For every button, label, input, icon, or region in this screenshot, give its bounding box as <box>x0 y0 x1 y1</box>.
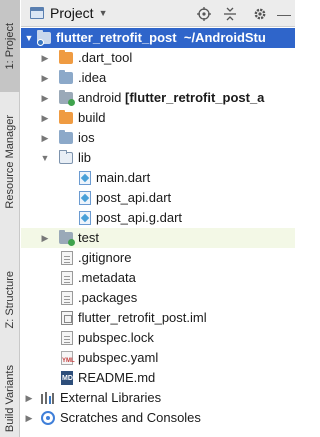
tree-item-android-label: android [flutter_retrofit_post_a <box>78 88 264 108</box>
tree-item-lib[interactable]: ▼ lib <box>21 148 295 168</box>
source-folder-icon <box>59 150 73 164</box>
tree-root-row[interactable]: ▼ flutter_retrofit_post ~/AndroidStu <box>21 28 295 48</box>
chevron-right-icon[interactable]: ▶ <box>39 48 51 68</box>
module-folder-icon <box>59 90 75 106</box>
tab-build-variants-label: Build Variants <box>4 364 16 433</box>
tree-item-packages[interactable]: .packages <box>21 288 295 308</box>
scratches-icon <box>41 411 55 425</box>
markdown-file-icon: MD <box>61 371 73 385</box>
tab-project[interactable]: 1: Project <box>0 0 20 92</box>
tree-item-label: test <box>78 230 99 245</box>
tree-item-label: .dart_tool <box>78 50 133 65</box>
chevron-right-icon[interactable]: ▶ <box>39 228 51 248</box>
tree-item-metadata[interactable]: .metadata <box>21 268 295 288</box>
tree-item-post-api-dart[interactable]: post_api.dart <box>21 188 295 208</box>
libraries-icon <box>41 392 55 404</box>
tool-window-strip: 1: Project Resource Manager Z: Structure… <box>0 0 20 437</box>
project-tree: ▼ flutter_retrofit_post ~/AndroidStu ▶ .… <box>21 28 295 428</box>
tree-item-label: pubspec.lock <box>78 330 154 345</box>
chevron-right-icon[interactable]: ▶ <box>39 88 51 108</box>
root-label: flutter_retrofit_post ~/AndroidStu <box>56 28 266 48</box>
tree-item-pubspec-lock[interactable]: pubspec.lock <box>21 328 295 348</box>
tree-item-dart-tool[interactable]: ▶ .dart_tool <box>21 48 295 68</box>
tree-item-scratches[interactable]: ▶ Scratches and Consoles <box>21 408 295 428</box>
tree-item-label: android <box>78 90 122 105</box>
chevron-right-icon[interactable]: ▶ <box>39 128 51 148</box>
tab-structure[interactable]: Z: Structure <box>0 252 20 348</box>
tree-item-pubspec-yaml[interactable]: YML pubspec.yaml <box>21 348 295 368</box>
tree-item-label: .metadata <box>78 270 136 285</box>
tree-item-main-dart[interactable]: main.dart <box>21 168 295 188</box>
minimize-icon[interactable]: — <box>273 3 295 25</box>
tree-item-external-libraries[interactable]: ▶ External Libraries <box>21 388 295 408</box>
dart-file-icon <box>79 191 91 205</box>
yaml-file-icon: YML <box>61 351 75 365</box>
text-file-icon <box>61 331 73 345</box>
module-file-icon <box>61 311 73 325</box>
chevron-down-icon[interactable]: ▼ <box>23 28 35 48</box>
tree-item-label: Scratches and Consoles <box>60 410 201 425</box>
tree-item-test[interactable]: ▶ test <box>21 228 295 248</box>
tree-item-label: .packages <box>78 290 138 305</box>
tree-item-label: External Libraries <box>60 390 162 405</box>
test-badge-icon <box>68 239 75 246</box>
module-folder-icon <box>37 30 51 46</box>
root-name: flutter_retrofit_post <box>56 30 177 45</box>
chevron-right-icon[interactable]: ▶ <box>23 388 35 408</box>
tab-resource-manager[interactable]: Resource Manager <box>0 96 20 228</box>
folder-icon <box>59 130 73 144</box>
panel-title[interactable]: Project <box>50 5 94 21</box>
text-file-icon <box>61 251 73 265</box>
tree-item-label: pubspec.yaml <box>78 350 159 365</box>
tab-resource-manager-label: Resource Manager <box>4 115 16 209</box>
tree-item-gitignore[interactable]: .gitignore <box>21 248 295 268</box>
tree-item-label: post_api.g.dart <box>96 210 183 225</box>
tree-item-label: lib <box>78 150 92 165</box>
tree-item-suffix: [flutter_retrofit_post_a <box>125 90 265 105</box>
tree-item-label: README.md <box>78 370 156 385</box>
tree-item-readme[interactable]: MD README.md <box>21 368 295 388</box>
tree-item-label: main.dart <box>96 170 151 185</box>
project-view-icon <box>30 7 44 19</box>
tab-project-label: 1: Project <box>4 22 16 70</box>
chevron-down-icon[interactable]: ▼ <box>99 8 108 18</box>
chevron-right-icon[interactable]: ▶ <box>39 108 51 128</box>
tree-item-label: .gitignore <box>78 250 132 265</box>
root-path: ~/AndroidStu <box>183 30 266 45</box>
dart-file-icon <box>79 211 91 225</box>
locate-icon[interactable] <box>193 3 215 25</box>
module-badge-icon <box>37 39 44 46</box>
collapse-all-icon[interactable] <box>219 3 241 25</box>
project-panel-header: Project ▼ — <box>21 0 295 27</box>
tree-item-ios[interactable]: ▶ ios <box>21 128 295 148</box>
tree-item-post-api-g-dart[interactable]: post_api.g.dart <box>21 208 295 228</box>
tree-item-iml[interactable]: flutter_retrofit_post.iml <box>21 308 295 328</box>
chevron-right-icon[interactable]: ▶ <box>39 68 51 88</box>
dart-file-icon <box>79 171 91 185</box>
tree-item-label: flutter_retrofit_post.iml <box>78 310 207 325</box>
text-file-icon <box>61 271 73 285</box>
folder-icon <box>59 70 73 84</box>
tree-item-android[interactable]: ▶ android [flutter_retrofit_post_a <box>21 88 295 108</box>
excluded-folder-icon <box>59 50 73 64</box>
gear-icon[interactable] <box>249 3 271 25</box>
test-folder-icon <box>59 230 75 246</box>
tree-item-label: .idea <box>78 70 107 85</box>
tree-item-label: build <box>78 110 106 125</box>
tab-structure-label: Z: Structure <box>4 271 16 329</box>
tree-item-idea[interactable]: ▶ .idea <box>21 68 295 88</box>
chevron-down-icon[interactable]: ▼ <box>39 148 51 168</box>
tree-item-label: ios <box>78 130 95 145</box>
tab-build-variants[interactable]: Build Variants <box>0 360 20 437</box>
excluded-folder-icon <box>59 110 73 124</box>
text-file-icon <box>61 291 73 305</box>
tree-item-label: post_api.dart <box>96 190 172 205</box>
panel-toolbar: — <box>193 0 295 27</box>
tree-item-build[interactable]: ▶ build <box>21 108 295 128</box>
android-badge-icon <box>68 99 75 106</box>
chevron-right-icon[interactable]: ▶ <box>23 408 35 428</box>
